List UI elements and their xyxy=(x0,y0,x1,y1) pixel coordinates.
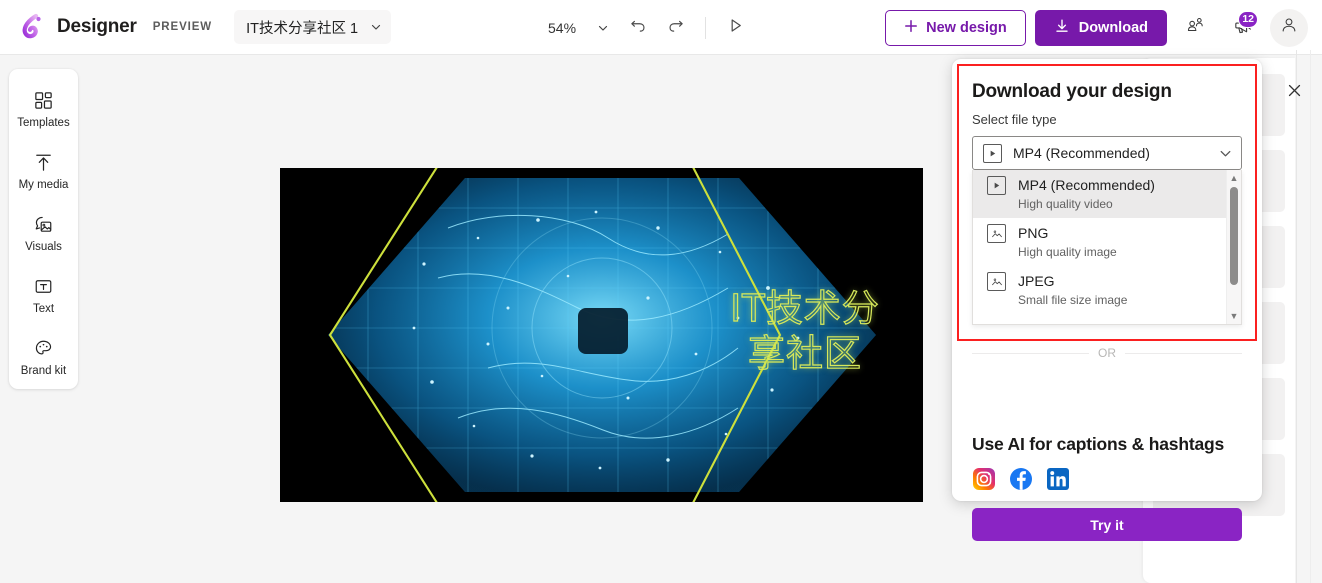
chevron-down-icon xyxy=(597,22,609,34)
sidebar-item-label: Templates xyxy=(17,117,70,129)
download-button[interactable]: Download xyxy=(1034,9,1167,46)
sidebar-item-label: Visuals xyxy=(25,241,62,253)
download-label: Download xyxy=(1078,19,1148,36)
divider-line-left xyxy=(972,352,1089,354)
new-design-label: New design xyxy=(926,19,1007,36)
upload-arrow-icon xyxy=(33,150,54,174)
redo-button[interactable] xyxy=(659,11,693,45)
divider-line-right xyxy=(1125,352,1242,354)
try-it-button[interactable]: Try it xyxy=(972,508,1242,541)
redo-icon xyxy=(667,16,685,39)
document-name-label: IT技术分享社区 1 xyxy=(246,20,359,37)
sidebar-item-visuals[interactable]: Visuals xyxy=(13,209,75,256)
brand-name: Designer xyxy=(57,16,137,37)
sidebar-item-templates[interactable]: Templates xyxy=(13,85,75,132)
download-arrow-icon xyxy=(1054,18,1070,38)
scroll-up-arrow-icon[interactable]: ▲ xyxy=(1230,170,1239,186)
design-title-line-2: 享社区 xyxy=(747,332,862,376)
announcements-button[interactable]: 12 xyxy=(1223,9,1261,47)
chevron-down-icon xyxy=(370,21,382,33)
download-dialog: Download your design Select file type MP… xyxy=(952,59,1262,541)
templates-grid-icon xyxy=(33,88,54,112)
scroll-down-arrow-icon[interactable]: ▼ xyxy=(1230,308,1239,324)
share-people-icon xyxy=(1185,15,1206,41)
close-icon[interactable] xyxy=(1281,77,1307,103)
plus-icon xyxy=(904,19,918,37)
file-type-dropdown-list[interactable]: MP4 (Recommended) High quality video PNG… xyxy=(972,170,1242,325)
left-sidebar: Templates My media Visuals Text Brand ki… xyxy=(9,69,78,389)
instagram-icon[interactable] xyxy=(972,467,996,491)
designer-app-window: Designer PREVIEW IT技术分享社区 1 54% New desi… xyxy=(0,0,1322,583)
sidebar-item-brand-kit[interactable]: Brand kit xyxy=(13,333,75,380)
share-button[interactable] xyxy=(1176,9,1214,47)
dropdown-scrollbar[interactable]: ▲ ▼ xyxy=(1226,170,1241,324)
dropdown-option-jpeg[interactable]: JPEG Small file size image xyxy=(973,266,1241,314)
scrollbar-thumb[interactable] xyxy=(1230,187,1238,285)
designer-logo-icon[interactable] xyxy=(16,10,50,44)
zoom-level-button[interactable]: 54% xyxy=(540,12,617,44)
undo-icon xyxy=(629,16,647,39)
person-account-icon xyxy=(1279,15,1299,40)
top-right-actions: New design Download 12 xyxy=(885,0,1308,55)
dropdown-option-desc: High quality image xyxy=(1018,245,1117,259)
text-box-icon xyxy=(33,274,54,298)
toolbar-divider xyxy=(705,16,707,39)
zoom-level-label: 54% xyxy=(548,19,577,36)
video-play-icon xyxy=(987,176,1006,195)
ai-captions-title: Use AI for captions & hashtags xyxy=(972,434,1225,454)
chevron-down-icon xyxy=(1218,146,1233,161)
announcements-badge: 12 xyxy=(1238,10,1258,28)
dropdown-option-png[interactable]: PNG High quality image xyxy=(973,218,1241,266)
visuals-image-icon xyxy=(33,212,54,236)
image-icon xyxy=(987,272,1006,291)
file-type-select[interactable]: MP4 (Recommended) xyxy=(972,136,1242,170)
dropdown-option-desc: Small file size image xyxy=(1018,293,1128,307)
window-edge-divider xyxy=(1310,50,1311,583)
image-icon xyxy=(987,224,1006,243)
or-label: OR xyxy=(1098,346,1116,360)
dialog-title: Download your design xyxy=(972,81,1172,102)
dropdown-option-title: JPEG xyxy=(1018,273,1055,289)
video-play-icon xyxy=(983,143,1002,163)
sidebar-item-text[interactable]: Text xyxy=(13,271,75,318)
account-button[interactable] xyxy=(1270,8,1308,47)
panel-divider xyxy=(1296,50,1297,583)
design-title-line-1: IT技术分 xyxy=(730,286,880,330)
play-preview-button[interactable] xyxy=(718,11,752,45)
sidebar-item-label: Text xyxy=(32,303,55,315)
design-artboard[interactable]: IT技术分 享社区 xyxy=(280,168,923,502)
top-toolbar: Designer PREVIEW IT技术分享社区 1 54% New desi… xyxy=(0,0,1322,55)
dropdown-option-desc: High quality video xyxy=(1018,197,1113,211)
sidebar-item-label: Brand kit xyxy=(20,365,67,377)
social-icons-group xyxy=(972,467,1070,491)
dropdown-option-title: PNG xyxy=(1018,225,1049,241)
undo-button[interactable] xyxy=(621,11,655,45)
document-name-button[interactable]: IT技术分享社区 1 xyxy=(234,10,392,44)
dialog-subtitle: Select file type xyxy=(972,112,1057,127)
new-design-button[interactable]: New design xyxy=(885,9,1026,46)
brand-palette-icon xyxy=(33,336,54,360)
sidebar-item-my-media[interactable]: My media xyxy=(13,147,75,194)
canvas-tools-group: 54% xyxy=(540,0,752,55)
play-icon xyxy=(726,16,745,40)
sidebar-item-label: My media xyxy=(18,179,69,191)
dropdown-option-mp4[interactable]: MP4 (Recommended) High quality video xyxy=(973,170,1241,218)
preview-tag: PREVIEW xyxy=(152,21,213,33)
dropdown-option-title: MP4 (Recommended) xyxy=(1018,177,1155,193)
design-text-element[interactable]: IT技术分 享社区 xyxy=(685,286,923,376)
file-type-selected-label: MP4 (Recommended) xyxy=(1013,145,1150,161)
facebook-icon[interactable] xyxy=(1009,467,1033,491)
linkedin-icon[interactable] xyxy=(1046,467,1070,491)
or-divider: OR xyxy=(972,346,1242,360)
